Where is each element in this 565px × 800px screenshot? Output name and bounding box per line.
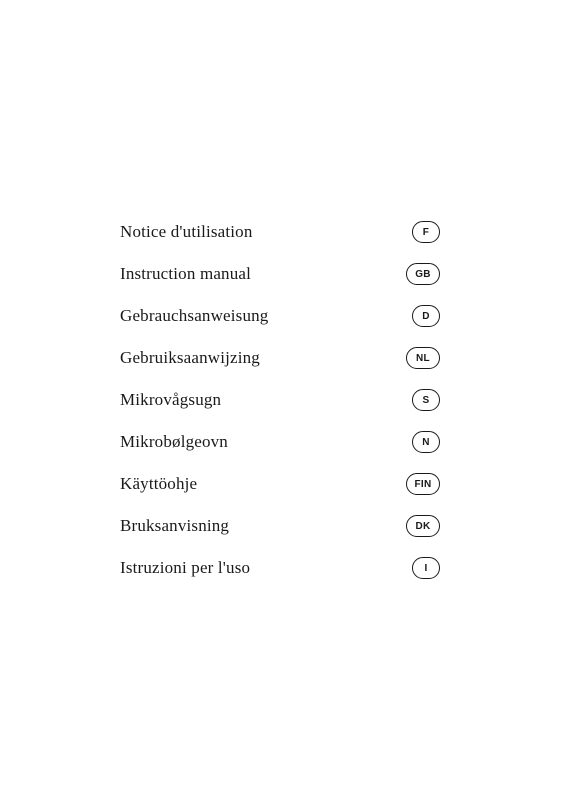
lang-badge: I xyxy=(412,557,440,579)
menu-item-label: Mikrovågsugn xyxy=(120,390,221,410)
lang-badge: FIN xyxy=(406,473,440,495)
lang-badge: N xyxy=(412,431,440,453)
page: Notice d'utilisation F Instruction manual G… xyxy=(0,0,565,800)
lang-badge: S xyxy=(412,389,440,411)
menu-item-label: Instruction manual xyxy=(120,264,251,284)
menu-item[interactable]: Mikrovågsugn S xyxy=(120,379,440,421)
lang-badge: D xyxy=(412,305,440,327)
lang-badge: NL xyxy=(406,347,440,369)
menu-item-label: Gebruiksaanwijzing xyxy=(120,348,260,368)
lang-badge: DK xyxy=(406,515,440,537)
menu-item[interactable]: Instruction manual GB xyxy=(120,253,440,295)
menu-item[interactable]: Gebruiksaanwijzing NL xyxy=(120,337,440,379)
menu-item[interactable]: Käyttöohje FIN xyxy=(120,463,440,505)
lang-badge: F xyxy=(412,221,440,243)
menu-item[interactable]: Istruzioni per l'uso I xyxy=(120,547,440,589)
menu-item[interactable]: Mikrobølgeovn N xyxy=(120,421,440,463)
menu-item-label: Gebrauchsanweisung xyxy=(120,306,268,326)
menu-item-label: Käyttöohje xyxy=(120,474,197,494)
menu-item[interactable]: Gebrauchsanweisung D xyxy=(120,295,440,337)
menu-item-label: Istruzioni per l'uso xyxy=(120,558,250,578)
menu-item-label: Bruksanvisning xyxy=(120,516,229,536)
menu-item-label: Notice d'utilisation xyxy=(120,222,253,242)
lang-badge: GB xyxy=(406,263,440,285)
menu-item-label: Mikrobølgeovn xyxy=(120,432,228,452)
language-menu-list: Notice d'utilisation F Instruction manual G… xyxy=(120,211,485,589)
menu-item[interactable]: Bruksanvisning DK xyxy=(120,505,440,547)
menu-item[interactable]: Notice d'utilisation F xyxy=(120,211,440,253)
